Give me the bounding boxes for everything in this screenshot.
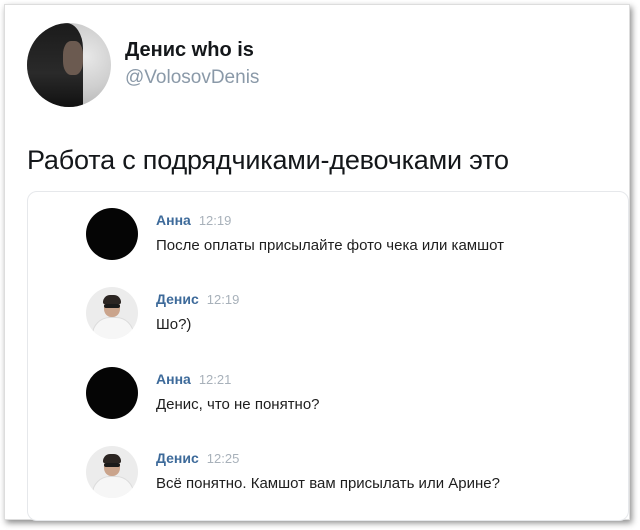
avatar-hair <box>103 454 121 463</box>
chat-message: Денис 12:19 Шо?) <box>28 287 628 357</box>
tweet-author-handle[interactable]: @VolosovDenis <box>125 67 259 89</box>
message-author[interactable]: Анна 12:19 <box>156 212 231 228</box>
message-author[interactable]: Денис 12:19 <box>156 291 239 307</box>
avatar-body <box>92 476 134 498</box>
message-time: 12:19 <box>206 292 240 307</box>
tweet-text: Работа с подрядчиками-девочками это <box>27 145 509 175</box>
user-avatar[interactable] <box>86 287 138 339</box>
tweet-author-name[interactable]: Денис who is <box>125 39 254 62</box>
message-time: 12:25 <box>206 451 240 466</box>
sunglasses-icon <box>104 304 120 308</box>
chat-screenshot-card: Анна 12:19 После оплаты присылайте фото ч… <box>27 191 629 521</box>
user-avatar[interactable] <box>86 446 138 498</box>
user-avatar[interactable] <box>86 367 138 419</box>
post-frame: Денис who is @VolosovDenis Работа с подр… <box>4 4 630 521</box>
author-name[interactable]: Анна <box>156 371 191 387</box>
tweet-author-avatar[interactable] <box>27 23 111 107</box>
author-name[interactable]: Денис <box>156 291 199 307</box>
chat-message: Денис 12:25 Всё понятно. Камшот вам присы… <box>28 446 628 516</box>
sunglasses-icon <box>104 463 120 467</box>
message-author[interactable]: Анна 12:21 <box>156 371 231 387</box>
message-text: Шо?) <box>156 316 192 333</box>
message-text: Всё понятно. Камшот вам присылать или Ар… <box>156 475 500 492</box>
message-time: 12:19 <box>198 213 232 228</box>
message-author[interactable]: Денис 12:25 <box>156 450 239 466</box>
user-avatar[interactable] <box>86 208 138 260</box>
author-name[interactable]: Денис <box>156 450 199 466</box>
chat-message: Анна 12:21 Денис, что не понятно? <box>28 367 628 437</box>
message-text: Денис, что не понятно? <box>156 396 320 413</box>
avatar-body <box>92 317 134 339</box>
author-name[interactable]: Анна <box>156 212 191 228</box>
avatar-face <box>63 41 83 75</box>
chat-message: Анна 12:19 После оплаты присылайте фото ч… <box>28 208 628 278</box>
message-text: После оплаты присылайте фото чека или ка… <box>156 237 505 254</box>
message-time: 12:21 <box>198 372 232 387</box>
avatar-hair <box>103 295 121 304</box>
